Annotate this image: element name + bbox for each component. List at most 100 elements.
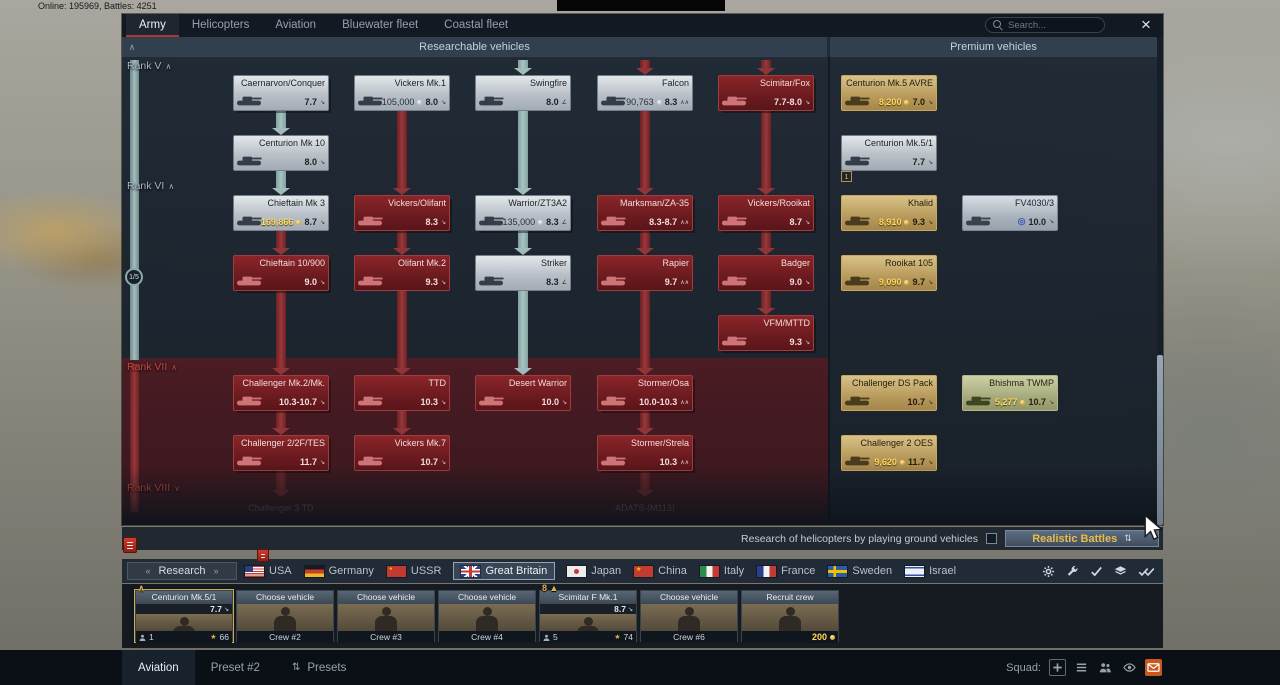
crew-slot-3[interactable]: Choose vehicle Crew #3	[337, 590, 435, 643]
tree-arrow-head	[757, 188, 775, 195]
crew-slot-2[interactable]: Choose vehicle Crew #2	[236, 590, 334, 643]
game-mode-select[interactable]: Realistic Battles ⇅	[1005, 530, 1159, 547]
vehicle-type-icon: ↘	[440, 99, 446, 106]
vehicle-card[interactable]: Marksman/ZA-35 8.3-8.7 ∧∧	[597, 195, 693, 231]
crew-slot-6[interactable]: Choose vehicle Crew #6	[640, 590, 738, 643]
vehicle-br: 10.7	[907, 397, 925, 407]
rank-progress-line	[130, 60, 139, 360]
vehicle-card[interactable]: Rapier 9.7 ∧∧	[597, 255, 693, 291]
vehicle-card[interactable]: Rooikat 105 9,090 9.7 ↘	[841, 255, 937, 291]
nation-israel[interactable]: Israel	[905, 565, 956, 577]
silver-lions-icon	[538, 219, 544, 225]
bottom-tab-aviation[interactable]: Aviation	[122, 650, 195, 685]
vehicle-card[interactable]: Warrior/ZT3A2 135,000 8.3 ∠	[475, 195, 571, 231]
wrench-icon[interactable]	[1066, 565, 1079, 578]
crew-stat-value: 1	[149, 632, 154, 642]
tank-icon	[600, 273, 626, 286]
vehicle-ghost[interactable]: ADATS (M113)	[597, 503, 693, 513]
vehicle-card[interactable]: TTD 10.3 ↘	[354, 375, 450, 411]
mode-sort-icon: ⇅	[1124, 533, 1132, 543]
crew-slot-1[interactable]: ∧ Centurion Mk.5/1 7.7 ↘ 1 ★ 66	[135, 583, 233, 643]
mail-icon[interactable]	[1145, 659, 1162, 676]
notification-icon[interactable]	[257, 549, 269, 562]
vehicle-br: 9.7	[664, 277, 678, 287]
nation-sweden[interactable]: Sweden	[828, 565, 892, 577]
vehicle-card[interactable]: Bhishma TWMP 5,277 10.7 ↘	[962, 375, 1058, 411]
nation-japan[interactable]: Japan	[567, 565, 621, 577]
check-icon[interactable]	[1090, 565, 1103, 578]
tank-icon	[357, 93, 383, 106]
vehicle-br: 7.7	[912, 157, 925, 167]
vehicle-card[interactable]: Challenger Mk.2/Mk. 10.3-10.7 ↘	[233, 375, 329, 411]
vehicle-card[interactable]: Vickers Mk.1 105,000 8.0 ↘	[354, 75, 450, 111]
tree-arrow	[518, 231, 528, 248]
vehicle-card[interactable]: Desert Warrior 10.0 ↘	[475, 375, 571, 411]
nation-germany[interactable]: Germany	[304, 565, 374, 577]
heli-research-checkbox[interactable]	[986, 533, 997, 544]
nation-ussr[interactable]: USSR	[386, 565, 441, 577]
tank-icon	[478, 93, 504, 106]
list-icon[interactable]	[1073, 659, 1090, 676]
vehicle-card[interactable]: Olifant Mk.2 9.3 ↘	[354, 255, 450, 291]
vehicle-br: 8.7	[304, 217, 317, 227]
vehicle-ghost[interactable]: Challenger 3 TD	[233, 503, 329, 513]
vehicle-card[interactable]: Khalid 8,910 9.3 ↘	[841, 195, 937, 231]
vehicle-card[interactable]: Swingfire 8.0 ∠	[475, 75, 571, 111]
nation-usa[interactable]: USA	[245, 565, 292, 577]
vehicle-card[interactable]: Challenger DS Pack 10.7 ↘	[841, 375, 937, 411]
news-icon[interactable]	[123, 537, 137, 553]
double-check-icon[interactable]	[1138, 565, 1155, 578]
vehicle-card[interactable]: Caernarvon/Conquer 7.7 ↘	[233, 75, 329, 111]
vehicle-card[interactable]: Vickers/Olifant 8.3 ↘	[354, 195, 450, 231]
nation-france[interactable]: France	[757, 565, 815, 577]
vehicle-name: Centurion Mk 10	[258, 138, 325, 148]
vehicle-card[interactable]: Scimitar/Fox 7.7-8.0 ↘	[718, 75, 814, 111]
vehicle-br: 8.0	[304, 157, 317, 167]
vehicle-br: 8.3	[546, 277, 559, 287]
crew-stat-value: 5	[553, 632, 558, 642]
vehicle-card[interactable]: Striker 8.3 ∠	[475, 255, 571, 291]
vehicle-card[interactable]: Stormer/Osa 10.0-10.3 ∧∧	[597, 375, 693, 411]
nation-china[interactable]: China	[634, 565, 687, 577]
crew-slot-4[interactable]: Choose vehicle Crew #4	[438, 590, 536, 643]
crew-slot-5[interactable]: 8 ▲ Scimitar F Mk.1 8.7 ↘ 5 ★ 74	[539, 583, 637, 643]
recruit-crew-slot[interactable]: Recruit crew 200	[741, 590, 839, 643]
scroll-up-icon[interactable]: ∧	[125, 37, 139, 57]
vehicle-card[interactable]: Chieftain Mk 3 169,866 8.7 ↘	[233, 195, 329, 231]
nation-great-britain[interactable]: Great Britain	[454, 563, 555, 579]
vehicle-type-icon: ↘	[804, 339, 810, 346]
vehicle-type-icon: ↘	[1048, 219, 1054, 225]
vehicle-card[interactable]: Centurion Mk 10 8.0 ↘	[233, 135, 329, 171]
vehicle-card[interactable]: Centurion Mk.5 AVRE 8,200 7.0 ↘	[841, 75, 937, 111]
eye-icon[interactable]	[1121, 659, 1138, 676]
vehicle-card[interactable]: VFM/MTTD 9.3 ↘	[718, 315, 814, 351]
scrollbar[interactable]	[1157, 37, 1163, 525]
vehicle-card[interactable]: Vickers Mk.7 10.7 ↘	[354, 435, 450, 471]
layers-icon[interactable]	[1114, 565, 1127, 578]
tank-icon	[844, 93, 870, 106]
vehicle-card[interactable]: Badger 9.0 ↘	[718, 255, 814, 291]
vehicle-type-icon: ↘	[804, 99, 810, 106]
flag-france-icon	[757, 565, 777, 577]
tank-icon	[236, 453, 262, 466]
research-button[interactable]: « Research »	[127, 562, 237, 580]
vehicle-card[interactable]: Falcon 90,763 8.3 ∧∧	[597, 75, 693, 111]
vehicle-card[interactable]: Challenger 2 OES 9,620 11.7 ↘	[841, 435, 937, 471]
vehicle-card[interactable]: Challenger 2/2F/TES 11.7 ↘	[233, 435, 329, 471]
vehicle-card[interactable]: Centurion Mk.5/1 7.7 ↘ 1	[841, 135, 937, 182]
scrollbar-thumb[interactable]	[1157, 355, 1163, 525]
flag-germany-icon	[304, 565, 324, 577]
vehicle-card[interactable]: Stormer/Strela 10.3 ∧∧	[597, 435, 693, 471]
plus-icon[interactable]	[1049, 659, 1066, 676]
nation-italy[interactable]: Italy	[699, 565, 744, 577]
bottom-tab-presets[interactable]: ⇅ Presets	[276, 650, 362, 685]
people-icon[interactable]	[1097, 659, 1114, 676]
vehicle-card[interactable]: FV4030/3 ◎ 10.0 ↘	[962, 195, 1058, 231]
vehicle-card[interactable]: Vickers/Rooikat 8.7 ↘	[718, 195, 814, 231]
vehicle-type-icon: ↘	[223, 606, 229, 613]
vehicle-card[interactable]: Chieftain 10/900 9.0 ↘	[233, 255, 329, 291]
bottom-tab-preset-2[interactable]: Preset #2	[195, 650, 276, 685]
gear-icon[interactable]	[1042, 565, 1055, 578]
nation-label: Japan	[591, 565, 622, 577]
research-label: Research	[158, 565, 206, 577]
